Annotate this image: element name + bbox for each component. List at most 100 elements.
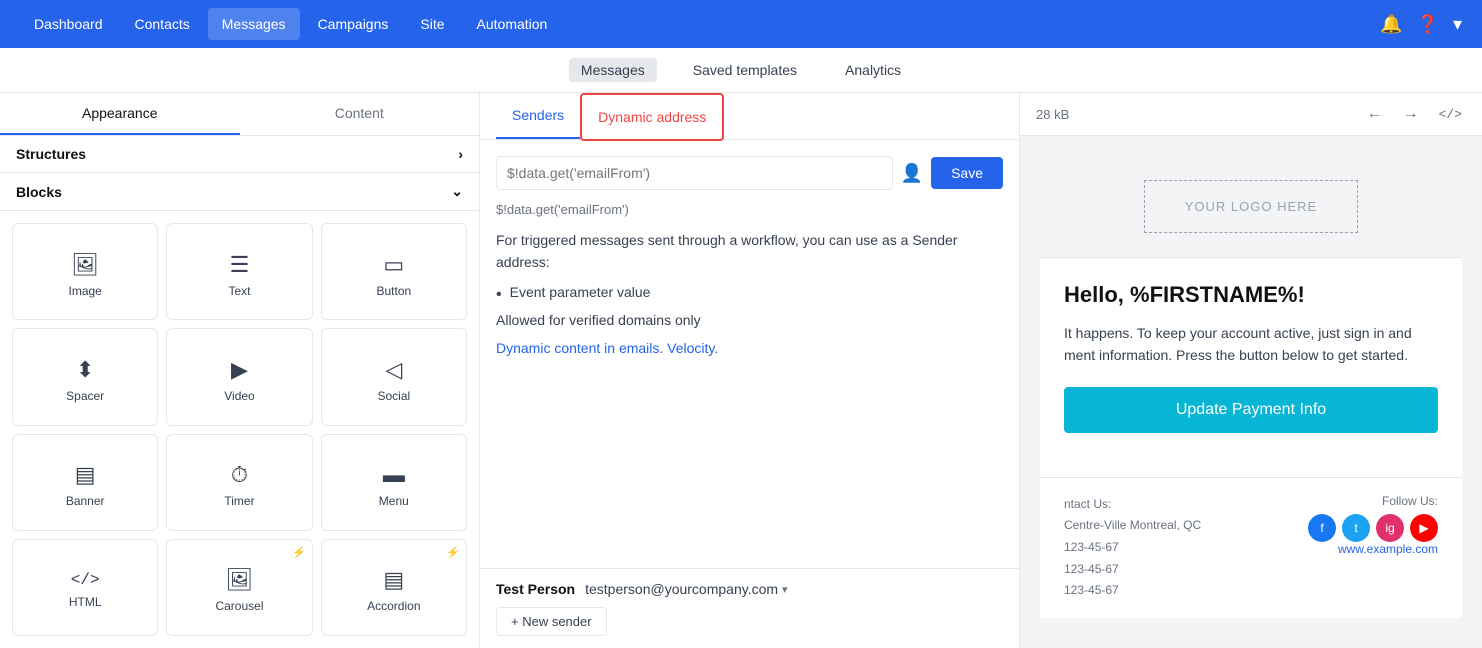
nav-campaigns[interactable]: Campaigns — [304, 8, 403, 40]
tab-content[interactable]: Content — [240, 93, 480, 135]
nav-automation[interactable]: Automation — [463, 8, 562, 40]
nav-messages[interactable]: Messages — [208, 8, 300, 40]
right-panel: 28 kB ← → </> YOUR LOGO HERE Hello, %FIR… — [1020, 93, 1482, 648]
test-person-email[interactable]: testperson@yourcompany.com ▾ — [585, 581, 787, 597]
instagram-icon[interactable]: ig — [1376, 514, 1404, 542]
block-text[interactable]: ☰ Text — [166, 223, 312, 320]
blocks-arrow-icon: ⌄ — [451, 183, 463, 200]
contact-phone1: 123-45-67 — [1064, 537, 1201, 559]
middle-content: 👤 Save $!data.get('emailFrom') For trigg… — [480, 140, 1019, 568]
accordion-bolt-icon: ⚡ — [446, 546, 460, 559]
person-icon[interactable]: 👤 — [901, 163, 923, 184]
contact-label: ntact Us: — [1064, 494, 1201, 516]
test-person-row: Test Person testperson@yourcompany.com ▾ — [496, 581, 1003, 597]
question-icon[interactable]: ❓ — [1417, 14, 1439, 35]
spacer-icon: ⬍ — [76, 357, 94, 383]
subnav-analytics[interactable]: Analytics — [833, 58, 913, 82]
facebook-icon[interactable]: f — [1308, 514, 1336, 542]
structures-arrow-icon: › — [458, 146, 463, 162]
block-menu[interactable]: ▬ Menu — [321, 434, 467, 531]
block-social-label: Social — [377, 389, 410, 403]
contact-phone2: 123-45-67 — [1064, 559, 1201, 581]
block-video[interactable]: ▶ Video — [166, 328, 312, 425]
dynamic-hint: $!data.get('emailFrom') — [496, 202, 1003, 217]
banner-icon: ▤ — [75, 462, 96, 488]
carousel-icon: 🖼 — [226, 567, 254, 593]
undo-icon[interactable]: ← — [1363, 101, 1387, 127]
bullet-event-param: • Event parameter value — [496, 284, 1003, 306]
video-icon: ▶ — [231, 357, 248, 383]
block-banner[interactable]: ▤ Banner — [12, 434, 158, 531]
blocks-section[interactable]: Blocks ⌄ — [0, 173, 479, 211]
redo-icon[interactable]: → — [1399, 101, 1423, 127]
block-menu-label: Menu — [379, 494, 409, 508]
block-carousel-label: Carousel — [215, 599, 263, 613]
email-body: Hello, %FIRSTNAME%! It happens. To keep … — [1040, 258, 1462, 477]
nav-contacts[interactable]: Contacts — [121, 8, 204, 40]
main-layout: Appearance Content Structures › Blocks ⌄… — [0, 93, 1482, 648]
sidebar-tabs: Appearance Content — [0, 93, 479, 136]
block-button-label: Button — [376, 284, 411, 298]
email-footer: ntact Us: Centre-Ville Montreal, QC 123-… — [1040, 477, 1462, 618]
left-sidebar: Appearance Content Structures › Blocks ⌄… — [0, 93, 480, 648]
contact-phone3: 123-45-67 — [1064, 580, 1201, 602]
tab-dynamic-address[interactable]: Dynamic address — [580, 93, 724, 141]
email-preview: YOUR LOGO HERE Hello, %FIRSTNAME%! It ha… — [1020, 136, 1482, 648]
dynamic-link[interactable]: Dynamic content in emails. Velocity. — [496, 340, 718, 356]
block-social[interactable]: ◁ Social — [321, 328, 467, 425]
bell-icon[interactable]: 🔔 — [1380, 14, 1402, 35]
footer-contact: ntact Us: Centre-Ville Montreal, QC 123-… — [1064, 494, 1201, 602]
tab-senders[interactable]: Senders — [496, 93, 580, 139]
structures-label: Structures — [16, 146, 86, 162]
block-html[interactable]: </> HTML — [12, 539, 158, 636]
file-size: 28 kB — [1036, 107, 1069, 122]
email-body-text: It happens. To keep your account active,… — [1064, 322, 1438, 367]
blocks-grid: 🖼 Image ☰ Text ▭ Button ⬍ Spacer ▶ Video — [0, 211, 479, 648]
chevron-down-icon[interactable]: ▾ — [1453, 14, 1462, 35]
nav-dashboard[interactable]: Dashboard — [20, 8, 117, 40]
structures-section[interactable]: Structures › — [0, 136, 479, 173]
footer-link[interactable]: www.example.com — [1338, 542, 1438, 556]
block-spacer-label: Spacer — [66, 389, 104, 403]
contact-address: Centre-Ville Montreal, QC — [1064, 515, 1201, 537]
logo-placeholder: YOUR LOGO HERE — [1144, 180, 1358, 233]
bullet-label: Event parameter value — [510, 284, 651, 300]
nav-links: Dashboard Contacts Messages Campaigns Si… — [20, 8, 561, 40]
text-icon: ☰ — [230, 252, 250, 278]
block-banner-label: Banner — [66, 494, 105, 508]
email-template: YOUR LOGO HERE Hello, %FIRSTNAME%! It ha… — [1040, 156, 1462, 618]
email-header: YOUR LOGO HERE — [1040, 156, 1462, 258]
block-button[interactable]: ▭ Button — [321, 223, 467, 320]
nav-site[interactable]: Site — [406, 8, 458, 40]
twitter-icon[interactable]: t — [1342, 514, 1370, 542]
timer-icon: ⏱ — [231, 462, 248, 488]
tab-appearance[interactable]: Appearance — [0, 93, 240, 135]
middle-bottom: Test Person testperson@yourcompany.com ▾… — [480, 568, 1019, 648]
button-icon: ▭ — [383, 252, 404, 278]
email-greeting: Hello, %FIRSTNAME%! — [1064, 282, 1438, 308]
block-timer[interactable]: ⏱ Timer — [166, 434, 312, 531]
email-cta-button[interactable]: Update Payment Info — [1064, 387, 1438, 433]
block-video-label: Video — [224, 389, 254, 403]
block-accordion[interactable]: ⚡ ▤ Accordion — [321, 539, 467, 636]
block-image[interactable]: 🖼 Image — [12, 223, 158, 320]
menu-icon: ▬ — [383, 462, 405, 488]
block-timer-label: Timer — [224, 494, 254, 508]
save-button[interactable]: Save — [931, 157, 1003, 189]
accordion-icon: ▤ — [383, 567, 404, 593]
block-accordion-label: Accordion — [367, 599, 420, 613]
nav-icons: 🔔 ❓ ▾ — [1380, 14, 1462, 35]
carousel-bolt-icon: ⚡ — [292, 546, 306, 559]
blocks-label: Blocks — [16, 184, 62, 200]
follow-label: Follow Us: — [1308, 494, 1438, 508]
block-spacer[interactable]: ⬍ Spacer — [12, 328, 158, 425]
block-html-label: HTML — [69, 595, 102, 609]
test-email-value: testperson@yourcompany.com — [585, 581, 778, 597]
sender-input[interactable] — [496, 156, 893, 190]
subnav-messages[interactable]: Messages — [569, 58, 657, 82]
block-carousel[interactable]: ⚡ 🖼 Carousel — [166, 539, 312, 636]
new-sender-button[interactable]: + New sender — [496, 607, 607, 636]
subnav-saved-templates[interactable]: Saved templates — [681, 58, 809, 82]
youtube-icon[interactable]: ▶ — [1410, 514, 1438, 542]
code-view-icon[interactable]: </> — [1435, 103, 1466, 126]
